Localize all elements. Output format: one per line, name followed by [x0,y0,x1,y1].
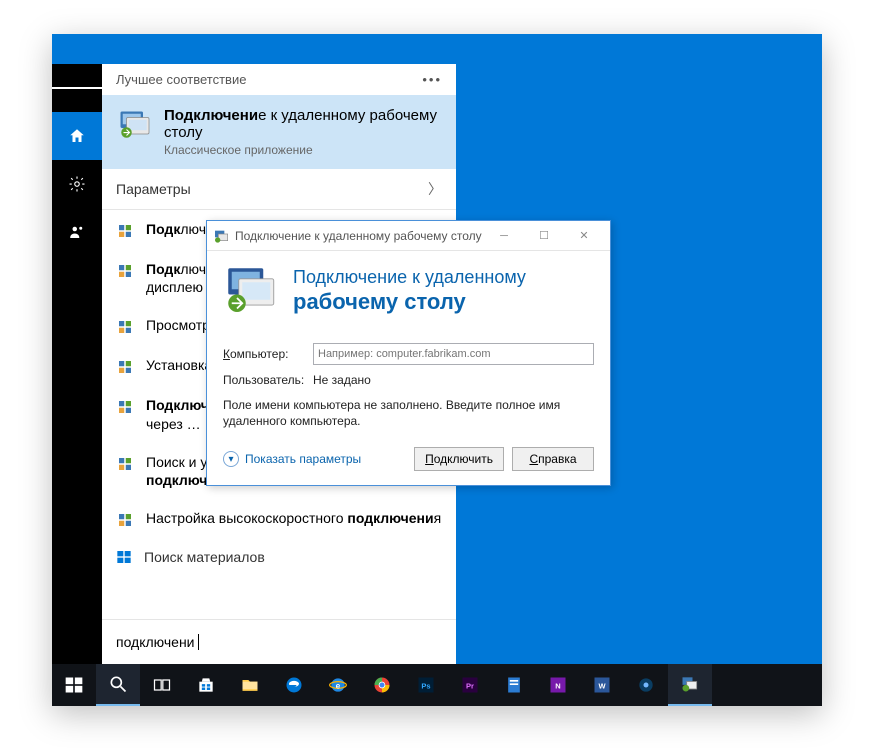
user-label: Пользователь: [223,373,303,387]
computer-input[interactable] [313,343,594,365]
windows-logo-icon [64,675,84,695]
best-match-label: Лучшее соответствие [116,72,246,87]
settings-item-icon [116,455,134,473]
computer-label: Компьютер: [223,347,303,361]
rdp-body: Компьютер: Пользователь: Не задано Поле … [207,329,610,485]
search-text: подключени [116,634,199,650]
word-icon: W [592,675,612,695]
ie-icon: e [328,675,348,695]
taskview-button[interactable] [140,664,184,706]
svg-text:Ps: Ps [421,681,430,690]
gear-icon [68,175,86,193]
settings-item-icon [116,358,134,376]
ps-icon: Ps [416,675,436,695]
rdp-header-text: Подключение к удаленному рабочему столу [293,267,526,315]
user-value: Не задано [313,373,371,387]
settings-button[interactable] [52,160,102,208]
section-label: Параметры [116,181,191,197]
edge-icon [284,675,304,695]
hamburger-button[interactable] [52,64,102,112]
show-options-toggle[interactable]: ▾ Показать параметры [223,451,361,467]
rdp-title-text: Подключение к удаленному рабочему столу [235,229,482,243]
onenote-button[interactable]: N [536,664,580,706]
start-button[interactable] [52,664,96,706]
ie-button[interactable]: e [316,664,360,706]
search-icon [108,674,128,694]
svg-text:Pr: Pr [466,681,474,690]
explorer-button[interactable] [228,664,272,706]
search-taskbar-button[interactable] [96,664,140,706]
pr-icon: Pr [460,675,480,695]
maximize-button[interactable]: ☐ [524,221,564,251]
connect-button[interactable]: Подключить [414,447,504,471]
app1-button[interactable] [492,664,536,706]
settings-item-icon [116,222,134,240]
rdp-big-icon [223,263,279,319]
chevron-down-icon: ▾ [223,451,239,467]
best-match-header: Лучшее соответствие ••• [102,64,456,95]
rdp-small-icon [680,674,700,694]
rdp-message: Поле имени компьютера не заполнено. Введ… [223,397,594,429]
settings-section[interactable]: Параметры 〉 [102,169,456,210]
svg-text:N: N [555,681,560,690]
chrome-button[interactable] [360,664,404,706]
rdp-titlebar[interactable]: Подключение к удаленному рабочему столу … [207,221,610,251]
chevron-right-icon: 〉 [428,179,442,199]
help-button[interactable]: Справка [512,447,594,471]
search-box[interactable]: подключени [102,619,456,664]
settings-item-icon [116,318,134,336]
taskview-icon [152,675,172,695]
result-item[interactable]: Настройка высокоскоростного подключения [102,499,456,539]
web-section[interactable]: Поиск материалов [102,539,456,575]
more-icon[interactable]: ••• [422,72,442,87]
rdp-title-icon [213,228,229,244]
best-match-text: Подключение к удаленному рабочему столу … [164,107,442,157]
gear-small-icon [636,675,656,695]
best-match-item[interactable]: Подключение к удаленному рабочему столу … [102,95,456,169]
people-icon [68,223,86,241]
folder-icon [240,675,260,695]
rdp-app-icon [116,107,152,143]
rdp-window: Подключение к удаленному рабочему столу … [206,220,611,486]
rdp-taskbar-button[interactable] [668,664,712,706]
result-item-text: Настройка высокоскоростного подключения [146,509,441,527]
minimize-button[interactable]: ─ [484,221,524,251]
home-icon [68,127,86,145]
home-button[interactable] [52,112,102,160]
settings-item-icon [116,262,134,280]
settings-item-icon [116,398,134,416]
taskbar: e Ps Pr N W [52,664,822,706]
store-button[interactable] [184,664,228,706]
photoshop-button[interactable]: Ps [404,664,448,706]
close-button[interactable]: ✕ [564,221,604,251]
windows-icon [116,549,132,565]
people-button[interactable] [52,208,102,256]
chrome-icon [372,675,392,695]
app2-button[interactable] [624,664,668,706]
settings-item-icon [116,511,134,529]
rdp-header: Подключение к удаленному рабочему столу [207,251,610,329]
svg-text:e: e [336,680,341,690]
onenote-icon: N [548,675,568,695]
doc-icon [504,675,524,695]
premiere-button[interactable]: Pr [448,664,492,706]
desktop-area: Лучшее соответствие ••• Подключение к уд… [52,34,822,706]
word-button[interactable]: W [580,664,624,706]
store-icon [196,675,216,695]
svg-text:W: W [598,681,606,690]
edge-button[interactable] [272,664,316,706]
start-rail [52,64,102,664]
